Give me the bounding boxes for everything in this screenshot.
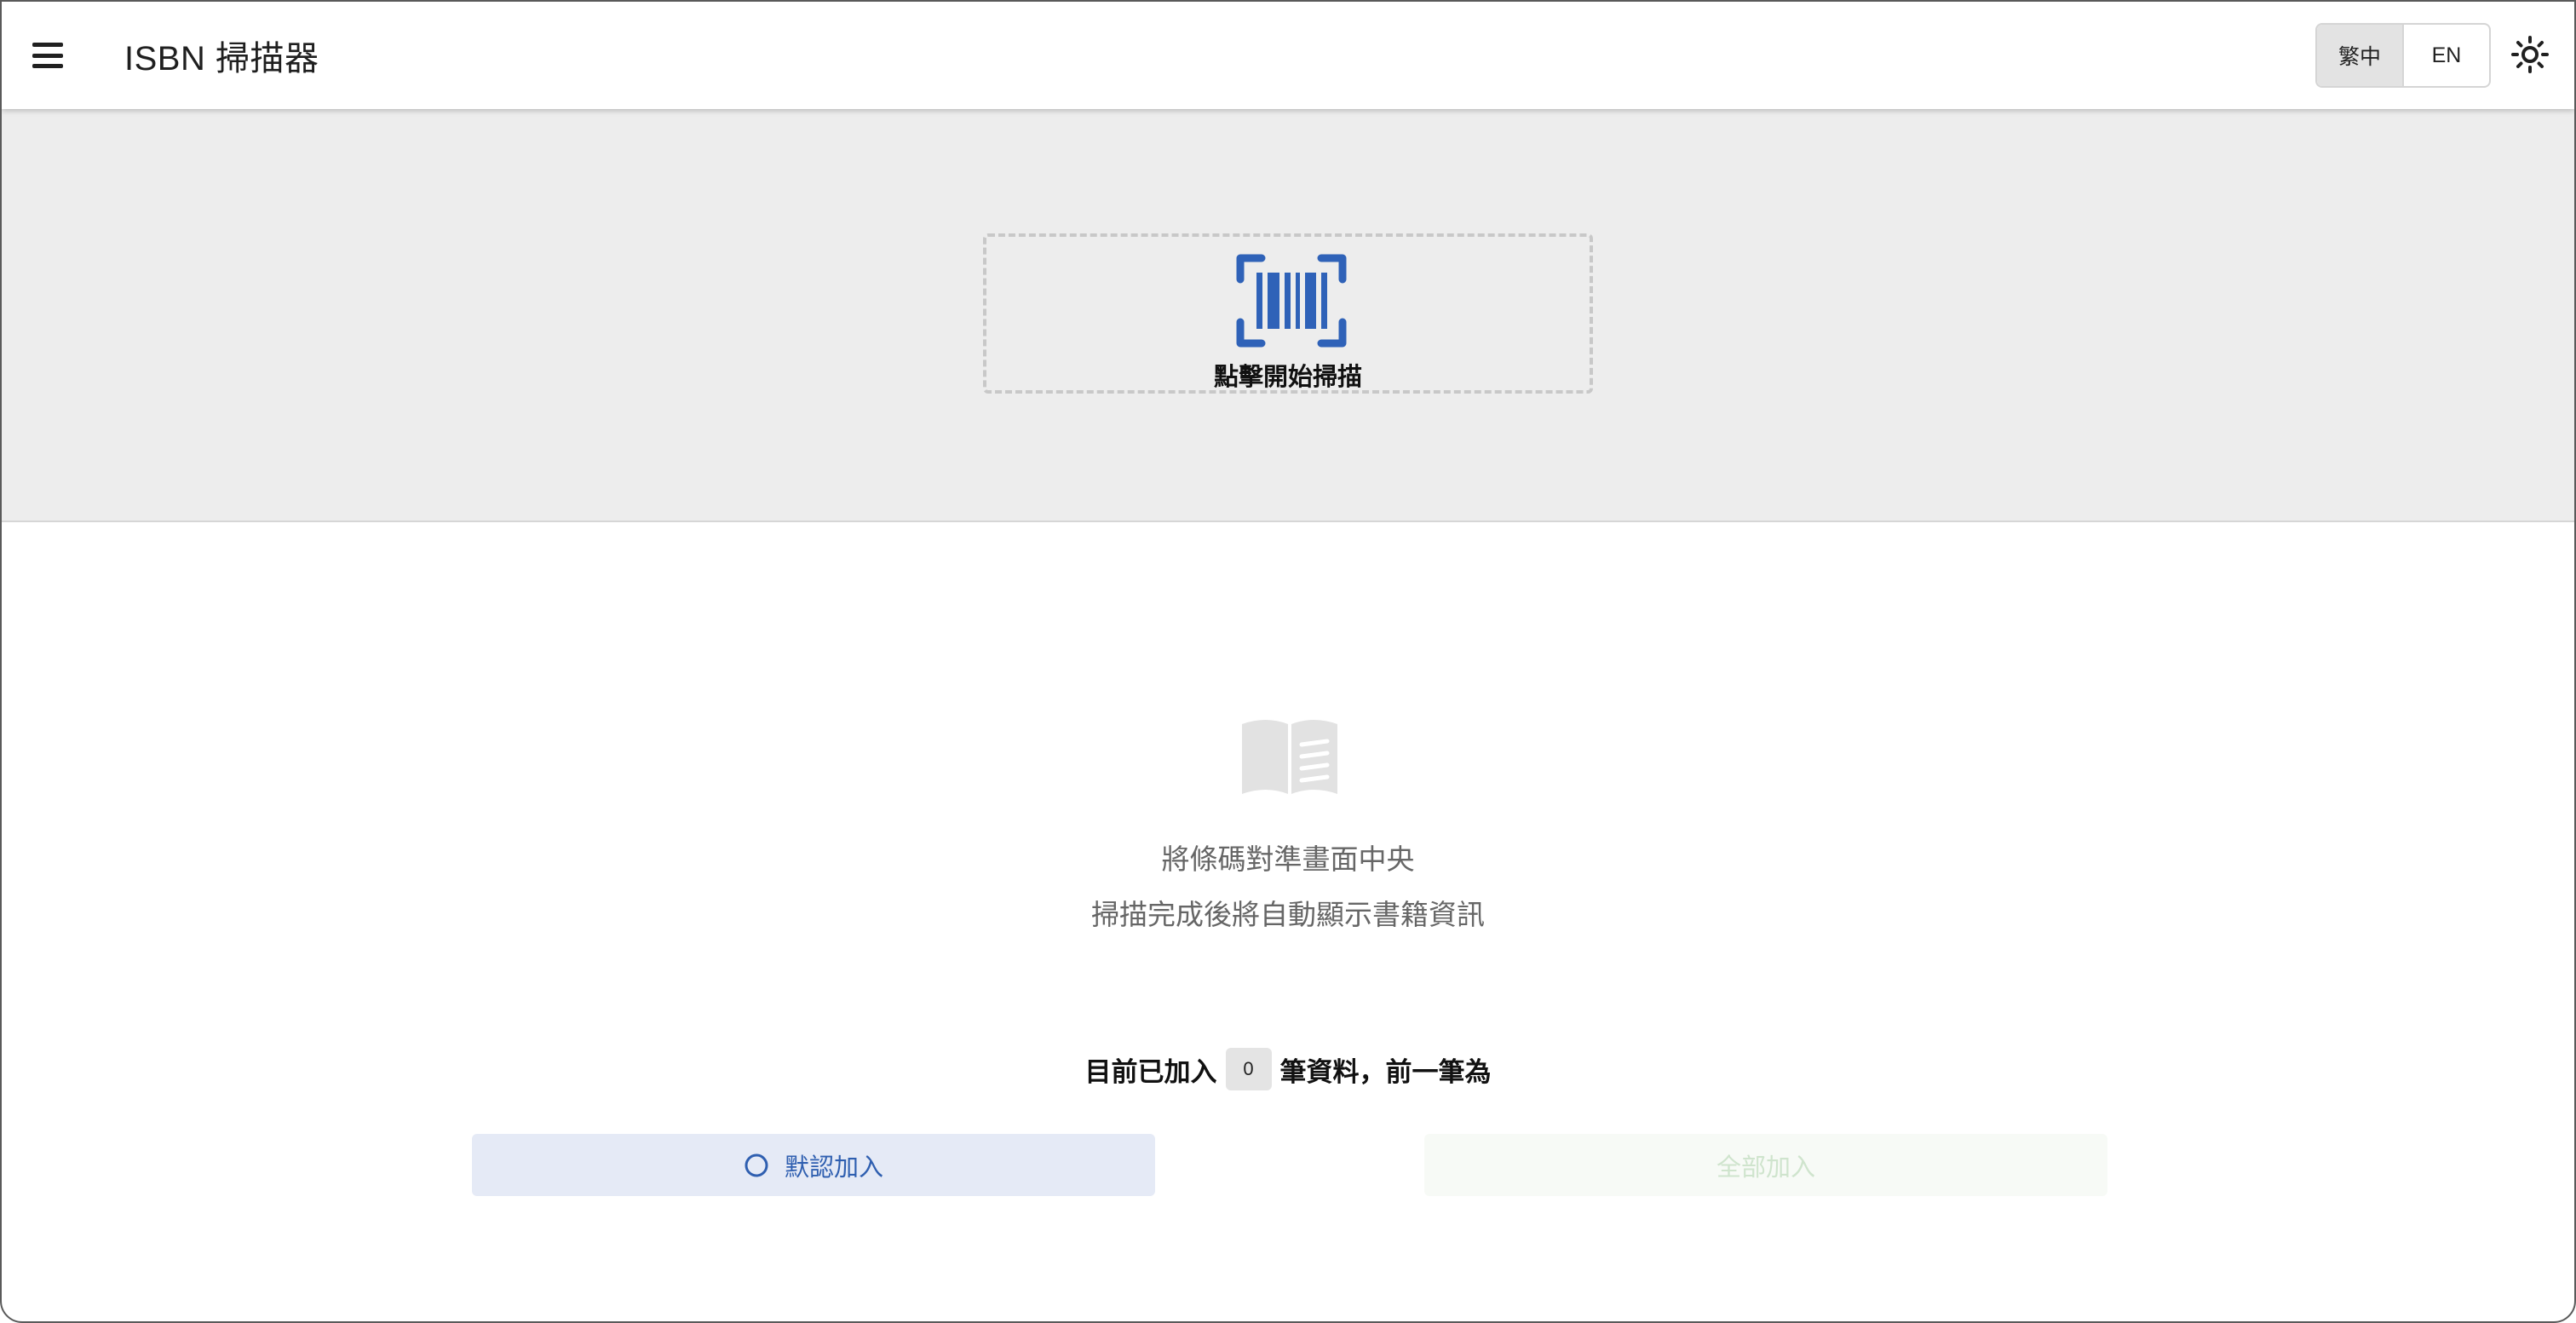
scan-hint-primary: 將條碼對準畫面中央 xyxy=(1161,843,1415,875)
count-badge: 0 xyxy=(1225,1048,1272,1090)
count-suffix: 筆資料，前一筆為 xyxy=(1279,1056,1492,1087)
scan-hint-secondary: 掃描完成後將自動顯示書籍資訊 xyxy=(1091,899,1485,930)
app-window: ISBN 掃描器 繁中 EN 點擊開始掃描 將條碼對準畫面中央 掃描完成後將自動… xyxy=(0,0,2576,1323)
barcode-scan-icon xyxy=(1236,254,1347,348)
app-bar: ISBN 掃描器 繁中 EN xyxy=(2,2,2574,109)
start-scan-button[interactable]: 點擊開始掃描 xyxy=(983,233,1593,394)
scanner-area: 點擊開始掃描 xyxy=(2,109,2574,522)
radio-circle-icon xyxy=(744,1153,769,1178)
added-count-line: 目前已加入 0 筆資料，前一筆為 xyxy=(2,1048,2574,1090)
hamburger-menu-icon[interactable] xyxy=(27,36,72,75)
count-prefix: 目前已加入 xyxy=(1084,1056,1217,1087)
default-add-label: 默認加入 xyxy=(784,1153,883,1182)
default-add-button[interactable]: 默認加入 xyxy=(472,1134,1155,1196)
add-all-button[interactable]: 全部加入 xyxy=(1424,1134,2107,1196)
start-scan-label: 點擊開始掃描 xyxy=(1213,364,1362,391)
app-title: ISBN 掃描器 xyxy=(124,40,319,78)
language-option-en[interactable]: EN xyxy=(2404,25,2489,86)
open-book-icon xyxy=(1239,716,1341,797)
brightness-icon[interactable] xyxy=(2510,34,2550,75)
add-all-label: 全部加入 xyxy=(1716,1153,1815,1182)
language-option-zh[interactable]: 繁中 xyxy=(2317,25,2404,86)
language-toggle: 繁中 EN xyxy=(2315,23,2491,88)
